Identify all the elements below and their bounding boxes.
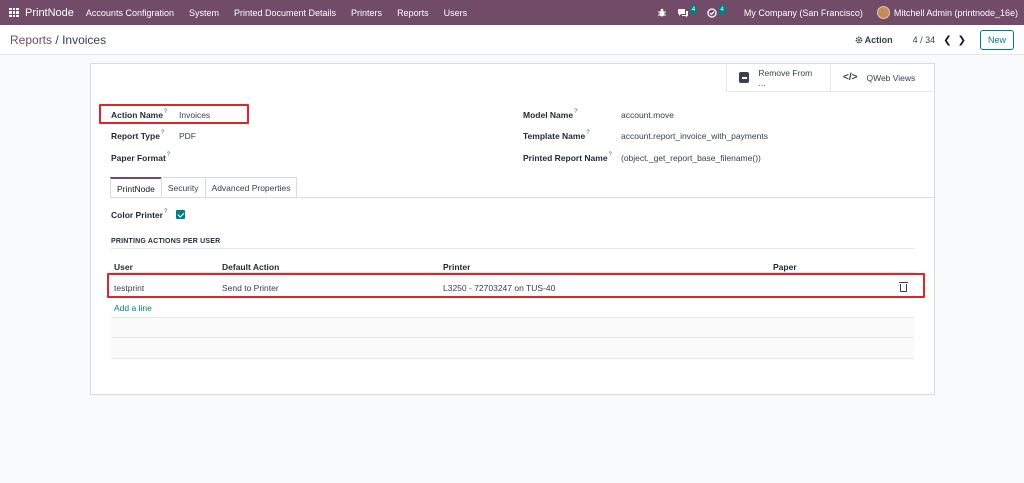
help-icon[interactable]: ? xyxy=(167,152,170,158)
control-panel-right: Action 4 / 34 ❮ ❯ New xyxy=(855,30,1014,50)
activity-count-badge: 4 xyxy=(718,5,726,14)
main-menu: Accounts Configration System Printed Doc… xyxy=(86,8,467,18)
menu-printed-document-details[interactable]: Printed Document Details xyxy=(234,8,336,18)
action-menu-button[interactable]: Action xyxy=(855,35,893,45)
activity-icon[interactable]: 4 xyxy=(707,5,726,18)
breadcrumb-reports[interactable]: Reports xyxy=(10,33,52,47)
menu-accounts-configuration[interactable]: Accounts Configration xyxy=(86,8,174,18)
row-highlight xyxy=(107,273,925,298)
action-label: Action xyxy=(864,35,893,45)
template-name-label: Template Name xyxy=(523,131,586,141)
column-header-printer[interactable]: Printer xyxy=(443,262,470,272)
user-menu[interactable]: Mitchell Admin (printnode_16e) xyxy=(894,8,1018,18)
help-icon[interactable]: ? xyxy=(574,109,577,115)
help-icon[interactable]: ? xyxy=(609,152,612,158)
avatar[interactable] xyxy=(876,6,890,19)
tabs-divider xyxy=(110,197,934,198)
breadcrumb: Reports / Invoices xyxy=(10,33,106,47)
bug-icon[interactable] xyxy=(657,8,667,18)
report-type-select[interactable]: PDF xyxy=(179,131,196,141)
column-header-default-action[interactable]: Default Action xyxy=(222,262,279,272)
pager-next-icon[interactable]: ❯ xyxy=(958,35,966,46)
qweb-views-label: QWeb Views xyxy=(866,72,916,83)
navbar-systray: 4 4 My Company (San Francisco) Mitchell … xyxy=(657,0,1024,25)
notebook-tabs: PrintNode Security Advanced Properties xyxy=(110,177,298,197)
color-printer-label: Color Printer xyxy=(111,210,163,220)
empty-row xyxy=(111,339,914,359)
template-name-field: Template Name ? account.report_invoice_w… xyxy=(523,130,768,141)
column-header-user[interactable]: User xyxy=(114,262,133,272)
menu-reports[interactable]: Reports xyxy=(397,8,429,18)
printed-report-name-field: Printed Report Name ? (object._get_repor… xyxy=(523,152,761,163)
company-switcher[interactable]: My Company (San Francisco) xyxy=(744,8,863,18)
printed-report-name-label: Printed Report Name xyxy=(523,153,608,163)
tab-printnode[interactable]: PrintNode xyxy=(110,177,162,197)
section-divider xyxy=(111,248,914,249)
apps-menu-icon[interactable] xyxy=(9,7,19,18)
remove-from-button[interactable]: Remove From ... xyxy=(726,64,830,91)
qweb-views-button[interactable]: </> QWeb Views xyxy=(830,64,934,91)
help-icon[interactable]: ? xyxy=(161,130,164,136)
messages-icon[interactable]: 4 xyxy=(677,5,698,18)
top-navbar: PrintNode Accounts Configration System P… xyxy=(0,0,1024,25)
menu-system[interactable]: System xyxy=(189,8,219,18)
tab-security[interactable]: Security xyxy=(160,177,206,197)
model-name-input[interactable]: account.move xyxy=(621,110,674,120)
action-name-highlight xyxy=(99,104,249,124)
breadcrumb-separator: / xyxy=(55,33,59,47)
template-name-input[interactable]: account.report_invoice_with_payments xyxy=(621,131,768,141)
report-type-label: Report Type xyxy=(111,131,160,141)
model-name-field: Model Name ? account.move xyxy=(523,109,674,120)
color-printer-field: Color Printer ? xyxy=(111,209,167,220)
column-header-paper[interactable]: Paper xyxy=(773,262,797,272)
paper-format-label: Paper Format xyxy=(111,153,166,163)
button-box: Remove From ... </> QWeb Views xyxy=(726,64,934,92)
control-panel: Reports / Invoices Action 4 / 34 ❮ ❯ New xyxy=(0,25,1024,55)
empty-row xyxy=(111,318,914,338)
breadcrumb-current: Invoices xyxy=(62,33,107,47)
printed-report-name-input[interactable]: (object._get_report_base_filename()) xyxy=(621,153,761,163)
paper-format-field: Paper Format ? xyxy=(111,152,170,163)
form-sheet: Remove From ... </> QWeb Views Action Na… xyxy=(90,63,935,395)
report-type-field: Report Type ? PDF xyxy=(111,130,196,141)
app-brand[interactable]: PrintNode xyxy=(25,7,74,19)
model-name-label: Model Name xyxy=(523,110,574,120)
remove-icon xyxy=(739,72,750,83)
messages-count-badge: 4 xyxy=(689,5,698,14)
help-icon[interactable]: ? xyxy=(164,209,167,215)
new-button[interactable]: New xyxy=(979,30,1014,50)
section-title: PRINTING ACTIONS PER USER xyxy=(111,238,221,245)
menu-users[interactable]: Users xyxy=(444,8,468,18)
help-icon[interactable]: ? xyxy=(586,130,589,136)
color-printer-checkbox[interactable] xyxy=(176,210,185,219)
code-icon: </> xyxy=(843,72,858,83)
gear-icon xyxy=(855,36,863,44)
remove-from-label: Remove From ... xyxy=(758,67,813,88)
add-line-link[interactable]: Add a line xyxy=(114,303,152,313)
menu-printers[interactable]: Printers xyxy=(351,8,382,18)
pager-value[interactable]: 4 / 34 xyxy=(913,35,936,45)
pager-previous-icon[interactable]: ❮ xyxy=(943,35,951,46)
tab-advanced-properties[interactable]: Advanced Properties xyxy=(204,177,298,197)
